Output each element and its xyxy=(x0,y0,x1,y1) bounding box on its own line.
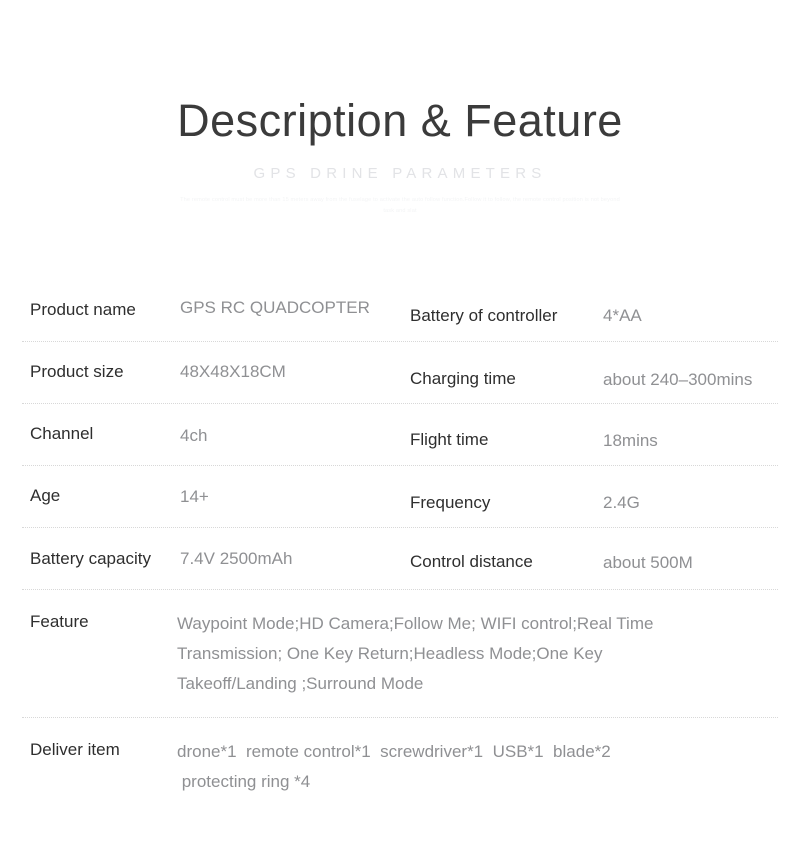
table-row: Product size 48X48X18CM Charging time ab… xyxy=(22,342,778,404)
spec-value: 7.4V 2500mAh xyxy=(180,549,293,568)
feature-line: Takeoff/Landing ;Surround Mode xyxy=(177,674,424,693)
spec-value: 4*AA xyxy=(603,306,642,325)
spec-value-feature: Waypoint Mode;HD Camera;Follow Me; WIFI … xyxy=(177,609,762,699)
page-subtitle: GPS DRINE PARAMETERS xyxy=(253,164,547,182)
spec-label: Battery capacity xyxy=(30,549,151,568)
spec-value: 4ch xyxy=(180,426,208,445)
table-row: Product name GPS RC QUADCOPTER Battery o… xyxy=(22,280,778,342)
table-row: Age 14+ Frequency 2.4G xyxy=(22,466,778,528)
disclaimer-fineprint: The remote control must be more than 15 … xyxy=(180,196,620,215)
spec-label: Control distance xyxy=(410,552,533,571)
table-row: Battery capacity 7.4V 2500mAh Control di… xyxy=(22,528,778,590)
feature-line: Waypoint Mode;HD Camera;Follow Me; WIFI … xyxy=(177,614,654,633)
spec-label: Flight time xyxy=(410,430,489,449)
spec-label: Frequency xyxy=(410,493,491,512)
spec-label: Charging time xyxy=(410,369,516,388)
spec-value: about 500M xyxy=(603,553,693,572)
feature-line: Transmission; One Key Return;Headless Mo… xyxy=(177,644,603,663)
deliver-line: protecting ring *4 xyxy=(177,772,311,791)
deliver-line: drone*1 remote control*1 screwdriver*1 U… xyxy=(177,742,611,761)
spec-value: 48X48X18CM xyxy=(180,362,286,381)
spec-label: Age xyxy=(30,486,61,505)
spec-label: Feature xyxy=(30,612,89,631)
spec-value: 18mins xyxy=(603,431,658,450)
page-title: Description & Feature xyxy=(177,95,623,146)
spec-value: about 240–300mins xyxy=(603,370,753,389)
spec-value: GPS RC QUADCOPTER xyxy=(180,298,370,317)
spec-value: 2.4G xyxy=(603,493,640,512)
spec-label: Channel xyxy=(30,424,94,443)
spec-label: Product name xyxy=(30,300,136,319)
spec-label: Product size xyxy=(30,362,124,381)
spec-value: 14+ xyxy=(180,487,209,506)
table-row: Channel 4ch Flight time 18mins xyxy=(22,404,778,466)
table-row-deliver: Deliver item drone*1 remote control*1 sc… xyxy=(22,718,778,815)
spec-label: Battery of controller xyxy=(410,306,558,325)
table-row-feature: Feature Waypoint Mode;HD Camera;Follow M… xyxy=(22,590,778,718)
spec-label: Deliver item xyxy=(30,740,120,759)
specification-table: Product name GPS RC QUADCOPTER Battery o… xyxy=(22,280,778,815)
spec-value-deliver: drone*1 remote control*1 screwdriver*1 U… xyxy=(177,737,762,797)
page-header: Description & Feature GPS DRINE PARAMETE… xyxy=(0,0,800,218)
